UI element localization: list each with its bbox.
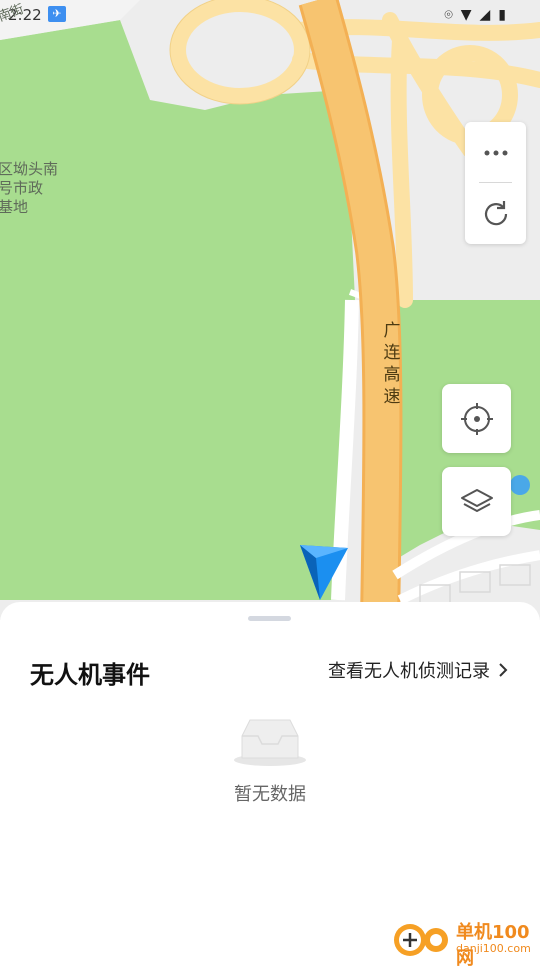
sheet-title: 无人机事件 [30,661,150,689]
watermark: 单机100网 danji100.com [392,918,540,969]
locate-button[interactable] [442,384,511,453]
refresh-icon [484,200,507,225]
watermark-logo-icon [394,924,448,956]
layers-icon [460,488,493,512]
signal-icon: ◢ [479,7,491,23]
status-icons: ⌾ ▼ ◢ ▮ [444,7,506,23]
chevron-right-icon [499,663,508,677]
locate-target-icon [460,402,493,435]
layers-button[interactable] [442,467,511,536]
bottom-sheet: 无人机事件 查看无人机侦测记录 暂无数据 [0,602,540,960]
view-detection-records-link[interactable]: 查看无人机侦测记录 [328,657,508,683]
refresh-button[interactable] [465,183,526,244]
drag-handle[interactable] [248,616,291,621]
wifi-icon: ▼ [460,7,472,23]
map-label-highway: 广 连 高 速 [383,321,401,407]
empty-state-text: 暂无数据 [234,784,306,805]
map-view[interactable]: 2:22 ✈ ⌾ ▼ ◢ ▮ 南街 区坳头南 号市政 基地 广 连 高 速 [0,0,540,620]
status-bar: 2:22 ✈ ⌾ ▼ ◢ ▮ [0,0,540,30]
link-label: 查看无人机侦测记录 [328,661,490,682]
more-dots-icon [484,150,507,155]
more-button[interactable] [465,122,526,183]
drone-icon: ✈ [48,6,66,22]
map-label-base: 区坳头南 号市政 基地 [0,160,59,216]
empty-inbox-icon [234,719,306,766]
battery-icon: ▮ [498,7,506,23]
location-icon: ⌾ [444,7,453,23]
watermark-site: danji100.com [456,942,531,955]
map-tools-panel [465,122,526,244]
